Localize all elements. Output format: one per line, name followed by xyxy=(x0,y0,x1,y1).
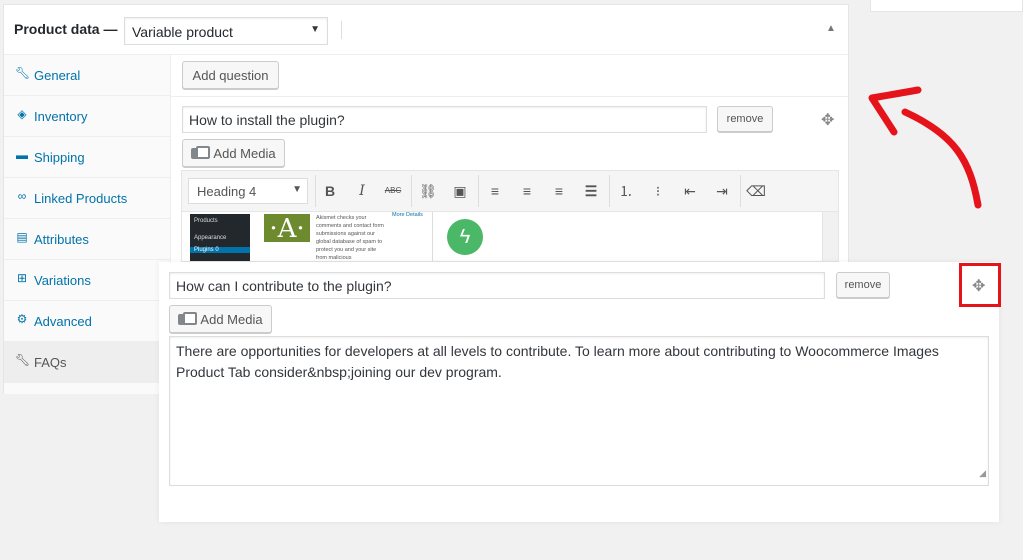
product-type-value: Variable product xyxy=(132,24,233,40)
panel-title: Product data — xyxy=(14,21,118,37)
tab-advanced[interactable]: ⚙ Advanced xyxy=(4,301,171,342)
tab-label: Variations xyxy=(34,273,91,288)
panel-header: Product data — Variable product ▼ ▲ xyxy=(4,5,848,55)
tab-shipping[interactable]: ▬ Shipping xyxy=(4,137,171,178)
align-left-icon[interactable]: ≡ xyxy=(483,180,507,202)
indent-icon[interactable]: ⇥ xyxy=(710,180,734,202)
link-icon[interactable]: ⛓ xyxy=(416,180,440,202)
arrow-head xyxy=(868,86,922,136)
media-icon xyxy=(178,312,198,326)
more-details-link[interactable]: More Details xyxy=(392,212,423,218)
add-media-label: Add Media xyxy=(213,145,276,161)
menu-appearance: Appearance xyxy=(194,235,227,241)
tag-icon: ◈ xyxy=(17,107,27,121)
toolbar-separator xyxy=(740,175,741,207)
header-divider xyxy=(341,21,342,39)
tab-label: Inventory xyxy=(34,109,88,124)
tab-attributes[interactable]: ▤ Attributes xyxy=(4,219,171,260)
chevron-down-icon: ▼ xyxy=(292,184,302,195)
question-2-input[interactable]: How can I contribute to the plugin? xyxy=(169,272,825,299)
tab-label: Shipping xyxy=(34,150,85,165)
add-question-button[interactable]: Add question xyxy=(182,61,279,89)
italic-icon[interactable]: I xyxy=(350,180,374,202)
add-media-label: Add Media xyxy=(200,311,263,327)
align-right-icon[interactable]: ≡ xyxy=(547,180,571,202)
red-arrow-annotation xyxy=(868,86,982,209)
align-center-icon[interactable]: ≡ xyxy=(515,180,539,202)
product-type-select[interactable]: Variable product ▼ xyxy=(124,17,328,45)
move-icon[interactable]: ✥ xyxy=(972,276,985,296)
gear-icon: ⚙ xyxy=(16,312,28,326)
toolbar-separator xyxy=(478,175,479,207)
question-1-input[interactable]: How to install the plugin? xyxy=(182,106,707,133)
truck-icon: ▬ xyxy=(16,148,28,162)
list-icon: ▤ xyxy=(16,230,28,244)
menu-plugins-label: Plugins xyxy=(194,247,214,253)
media-embed-icon[interactable]: ▣ xyxy=(448,180,472,202)
tab-label: FAQs xyxy=(34,355,67,370)
menu-plugins: Plugins 0 xyxy=(190,247,250,253)
add-media-button-1[interactable]: Add Media xyxy=(182,139,285,167)
strikethrough-icon[interactable]: ABC xyxy=(381,180,405,202)
tab-label: Advanced xyxy=(34,314,92,329)
dragged-faq-card: How can I contribute to the plugin? remo… xyxy=(159,262,1001,522)
resize-grip-icon[interactable]: ◢ xyxy=(979,463,986,484)
format-select[interactable]: Heading 4 ▼ xyxy=(188,178,308,204)
link-icon: ∞ xyxy=(17,189,27,203)
tab-linked-products[interactable]: ∞ Linked Products xyxy=(4,178,171,219)
top-right-box xyxy=(870,0,1023,12)
plugin-badge: 0 xyxy=(215,247,219,253)
triangle-up-icon[interactable]: ▲ xyxy=(826,23,836,34)
add-media-button-2[interactable]: Add Media xyxy=(169,305,272,333)
toolbar-separator xyxy=(609,175,610,207)
jetpack-logo: ϟ xyxy=(447,219,483,255)
align-justify-icon[interactable]: ☰ xyxy=(579,180,603,202)
tab-inventory[interactable]: ◈ Inventory xyxy=(4,96,171,137)
chevron-down-icon: ▼ xyxy=(310,24,320,35)
editor-toolbar: Heading 4 ▼ B I ABC ⛓ ▣ ≡ ≡ ≡ ☰ ⒈ ⁝ ⇤ ⇥ … xyxy=(181,170,839,212)
remove-question-1-button[interactable]: remove xyxy=(717,106,773,132)
bold-icon[interactable]: B xyxy=(318,180,342,202)
toolbar-separator xyxy=(315,175,316,207)
product-data-tabs: 🔧︎ General ◈ Inventory ▬ Shipping ∞ Link… xyxy=(4,55,171,394)
tab-faqs[interactable]: 🔧︎ FAQs xyxy=(4,342,171,383)
akismet-description: Akismet checks your comments and contact… xyxy=(316,215,384,261)
grid-icon: ⊞ xyxy=(16,271,28,285)
admin-menu-screenshot: Products Appearance Plugins 0 xyxy=(190,214,250,261)
tab-variations[interactable]: ⊞ Variations xyxy=(4,260,171,301)
format-value: Heading 4 xyxy=(197,184,257,199)
toolbar-separator xyxy=(411,175,412,207)
arrow-shaft xyxy=(901,108,982,209)
remove-question-2-button[interactable]: remove xyxy=(836,272,890,298)
move-icon[interactable]: ✥ xyxy=(821,110,834,130)
answer-2-textarea[interactable]: There are opportunities for developers a… xyxy=(169,336,989,486)
scrollbar[interactable] xyxy=(822,212,838,261)
ordered-list-icon[interactable]: ⒈ xyxy=(614,180,638,202)
wrench-icon: 🔧︎ xyxy=(15,66,31,80)
tab-label: General xyxy=(34,68,81,83)
media-icon xyxy=(191,146,211,160)
tab-label: Attributes xyxy=(34,232,89,247)
akismet-logo: ·A· xyxy=(264,214,310,244)
tab-label: Linked Products xyxy=(34,191,128,206)
outdent-icon[interactable]: ⇤ xyxy=(678,180,702,202)
unordered-list-icon[interactable]: ⁝ xyxy=(646,180,670,202)
editor-content[interactable]: Products Appearance Plugins 0 ·A· Akisme… xyxy=(181,212,839,262)
clear-formatting-icon[interactable]: ⌫ xyxy=(744,180,768,202)
answer-2-text: There are opportunities for developers a… xyxy=(176,343,939,380)
tab-general[interactable]: 🔧︎ General xyxy=(4,55,171,96)
divider xyxy=(171,96,848,97)
wrench-icon: 🔧︎ xyxy=(15,353,31,367)
preview-divider xyxy=(432,212,433,261)
menu-products: Products xyxy=(194,218,218,224)
